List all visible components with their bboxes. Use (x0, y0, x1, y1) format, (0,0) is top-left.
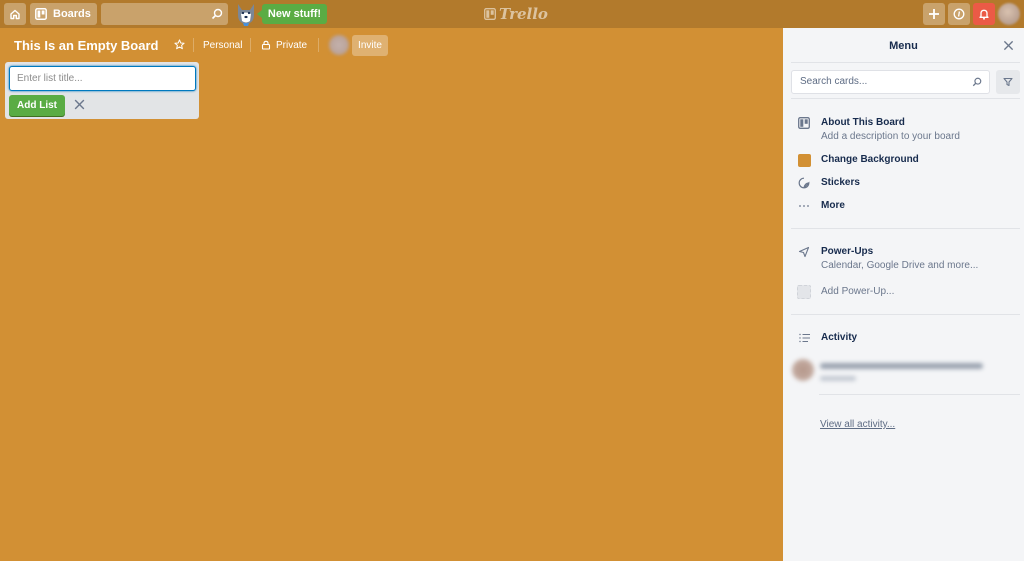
star-icon[interactable] (174, 39, 185, 50)
info-icon (953, 8, 965, 20)
power-up-icon (798, 246, 810, 258)
board-member-avatar[interactable] (329, 35, 349, 55)
filter-icon (1003, 77, 1013, 87)
search-icon (972, 77, 982, 87)
board-title[interactable]: This Is an Empty Board (14, 38, 158, 53)
boards-label: Boards (53, 8, 91, 20)
divider (318, 38, 319, 52)
divider (791, 62, 1020, 63)
invite-button[interactable]: Invite (352, 35, 388, 56)
menu-item-change-background[interactable]: Change Background (797, 153, 919, 167)
search-cards-input[interactable]: Search cards... (791, 70, 990, 94)
filter-button[interactable] (996, 70, 1020, 94)
new-stuff-button[interactable]: New stuff! (256, 4, 328, 24)
visibility-button[interactable]: Private (276, 40, 307, 51)
divider (193, 38, 194, 52)
power-ups-label: Power-Ups (821, 246, 874, 257)
close-icon[interactable] (1003, 40, 1014, 51)
more-label: More (821, 200, 845, 211)
menu-item-power-ups[interactable]: Power-Ups Calendar, Google Drive and mor… (797, 245, 978, 272)
home-icon (10, 9, 20, 20)
taco-mascot-icon[interactable] (234, 1, 258, 27)
divider (250, 38, 251, 52)
menu-title: Menu (889, 40, 918, 52)
info-button[interactable] (948, 3, 970, 25)
add-list-composer: Add List (5, 62, 199, 119)
bell-icon (979, 9, 989, 20)
divider (791, 314, 1020, 315)
power-ups-subtext: Calendar, Google Drive and more... (821, 260, 979, 271)
lock-icon (261, 40, 271, 50)
search-icon[interactable] (211, 8, 223, 20)
background-color-swatch (797, 153, 811, 167)
add-list-button[interactable]: Add List (9, 95, 65, 116)
change-background-label: Change Background (821, 154, 919, 165)
close-icon[interactable] (73, 98, 86, 111)
trello-logo-icon (484, 8, 496, 20)
view-all-activity-link[interactable]: View all activity... (820, 419, 895, 430)
sticker-icon (798, 177, 810, 189)
boards-icon (35, 8, 47, 20)
notifications-button[interactable] (973, 3, 995, 25)
activity-label: Activity (821, 332, 858, 343)
member-avatar[interactable] (998, 3, 1020, 25)
stickers-label: Stickers (821, 177, 860, 188)
add-power-up-label: Add Power-Up... (821, 286, 895, 297)
board-menu-sidebar: Menu Search cards... About This Board Ad… (783, 28, 1024, 561)
header-right-actions (923, 3, 1020, 25)
divider (791, 228, 1020, 229)
activity-list-icon (799, 333, 810, 342)
menu-item-add-power-up[interactable]: Add Power-Up... (797, 285, 894, 299)
about-board-label: About This Board (821, 117, 905, 128)
menu-item-more[interactable]: More (797, 199, 845, 213)
activity-heading: Activity (799, 332, 857, 343)
boards-button[interactable]: Boards (30, 3, 97, 25)
logo-text: Trello (499, 5, 548, 23)
search-placeholder: Search cards... (800, 76, 868, 87)
plus-icon (929, 9, 939, 19)
divider (819, 394, 1020, 395)
about-board-subtext: Add a description to your board (821, 131, 960, 142)
add-power-up-placeholder-icon (797, 285, 811, 299)
menu-item-stickers[interactable]: Stickers (797, 176, 860, 190)
header-search-input[interactable] (100, 3, 228, 25)
ellipsis-icon (799, 205, 809, 207)
home-button[interactable] (4, 3, 26, 25)
menu-item-about-board[interactable]: About This Board Add a description to yo… (797, 116, 960, 143)
activity-time-redacted (820, 376, 856, 381)
list-title-input[interactable] (9, 66, 196, 91)
activity-text-redacted (820, 363, 983, 369)
divider (791, 98, 1020, 99)
top-header: Boards New stuff! Trello (0, 0, 1024, 28)
team-button[interactable]: Personal (203, 40, 242, 51)
trello-logo[interactable]: Trello (484, 5, 548, 23)
activity-avatar[interactable] (792, 359, 814, 381)
create-button[interactable] (923, 3, 945, 25)
board-icon (798, 117, 810, 129)
